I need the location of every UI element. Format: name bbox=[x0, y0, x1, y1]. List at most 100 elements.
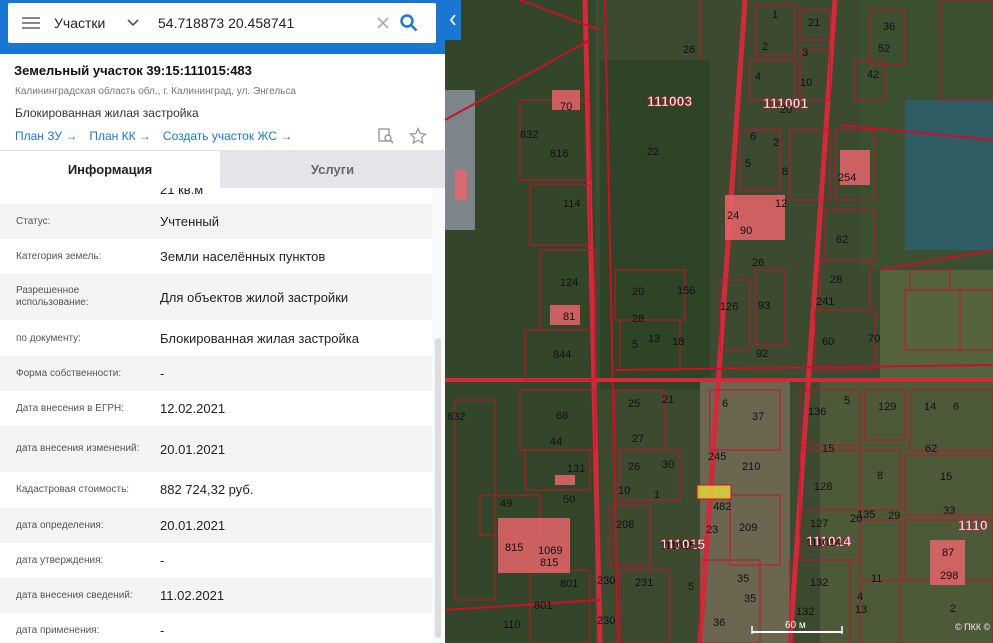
plot-number-label: 25 bbox=[628, 398, 640, 410]
plot-number-label: 5 bbox=[632, 339, 638, 351]
plot-number-label: 42 bbox=[867, 69, 879, 81]
star-icon bbox=[409, 127, 427, 145]
create-plot-link[interactable]: Создать участок ЖС → bbox=[163, 129, 292, 143]
plot-number-label: 2 bbox=[762, 41, 768, 53]
scroll-thumb[interactable] bbox=[435, 338, 441, 638]
info-row-value: - bbox=[160, 623, 165, 638]
info-row: Статус: Учтенный bbox=[0, 204, 432, 239]
plot-number-label: 18 bbox=[672, 336, 684, 348]
info-row-label: по документу: bbox=[16, 332, 81, 344]
map-copyright: © ПКК © bbox=[955, 622, 991, 632]
plot-number-label: 29 bbox=[888, 510, 900, 522]
plot-number-label: 127 bbox=[810, 518, 828, 530]
info-row-value: - bbox=[160, 553, 165, 568]
plot-number-label: 5 bbox=[745, 158, 751, 170]
plot-number-label: 8 bbox=[877, 470, 883, 482]
plot-number-label: 209 bbox=[739, 522, 757, 534]
plot-number-label: 20 bbox=[780, 104, 792, 116]
plot-number-label: 60 bbox=[822, 336, 834, 348]
info-row-label: дата утверждения: bbox=[16, 554, 104, 566]
find-on-map-button[interactable] bbox=[377, 127, 395, 145]
chevron-left-icon bbox=[449, 14, 456, 26]
plot-number-label: 14 bbox=[924, 401, 936, 413]
side-panel: Участки Земельный уча bbox=[0, 0, 461, 643]
info-row: дата определения: 20.01.2021 bbox=[0, 508, 432, 543]
plot-number-label: 28 bbox=[830, 274, 842, 286]
info-row-value: Блокированная жилая застройка bbox=[160, 331, 359, 346]
search-button[interactable] bbox=[396, 3, 422, 43]
info-row: Разрешенное использование: Для объектов ж… bbox=[0, 274, 432, 320]
search-box: Участки bbox=[8, 3, 436, 43]
info-row-value: 20.01.2021 bbox=[160, 441, 226, 457]
plot-number-label: 62 bbox=[925, 443, 937, 455]
collapse-panel-button[interactable] bbox=[445, 0, 461, 40]
selected-parcel[interactable] bbox=[696, 484, 732, 500]
plot-number-label: 832 bbox=[520, 129, 538, 141]
menu-button[interactable] bbox=[8, 3, 54, 43]
info-row-label: Дата внесения в ЕГРН: bbox=[16, 402, 125, 414]
plot-number-label: 20 bbox=[850, 513, 862, 525]
clear-button[interactable] bbox=[370, 3, 396, 43]
plot-number-label: 124 bbox=[560, 277, 578, 289]
plot-number-label: 3 bbox=[802, 47, 808, 59]
quarter-label: 111003 bbox=[647, 93, 692, 109]
plot-number-label: 132 bbox=[796, 606, 814, 618]
plot-number-label: 801 bbox=[560, 578, 578, 590]
plot-number-label: 26 bbox=[628, 461, 640, 473]
plot-usage: Блокированная жилая застройка bbox=[15, 106, 199, 120]
info-row: Форма собственности: - bbox=[0, 356, 432, 391]
tab-information[interactable]: Информация bbox=[0, 150, 220, 188]
plot-number-label: 1069 bbox=[538, 545, 562, 557]
search-mode-select[interactable]: Участки bbox=[54, 3, 158, 43]
plot-number-label: 37 bbox=[752, 411, 764, 423]
plot-number-label: 10 bbox=[800, 77, 812, 89]
info-row-label: дата внесения сведений: bbox=[16, 589, 133, 601]
plot-number-label: 21 bbox=[662, 394, 674, 406]
plot-number-label: 20 bbox=[632, 286, 644, 298]
search-input[interactable] bbox=[158, 4, 370, 42]
plan-zu-link[interactable]: План ЗУ → bbox=[15, 129, 77, 143]
info-row-label: Категория земель: bbox=[16, 250, 102, 262]
plot-number-label: 10 bbox=[618, 485, 630, 497]
info-row: Кадастровая стоимость: 882 724,32 руб. bbox=[0, 472, 432, 507]
plot-number-label: 68 bbox=[556, 410, 568, 422]
map-scale-label: 60 м bbox=[785, 620, 806, 631]
info-list: 21 кв.м Статус: Учтенный Категория земель:… bbox=[0, 188, 432, 643]
info-row-label: Кадастровая стоимость: bbox=[16, 483, 130, 495]
plot-number-label: 815 bbox=[505, 542, 523, 554]
plot-number-label: 28 bbox=[632, 313, 644, 325]
plot-number-label: 92 bbox=[756, 348, 768, 360]
plot-number-label: 815 bbox=[540, 557, 558, 569]
plot-number-label: 126 bbox=[720, 301, 738, 313]
plot-number-label: 111015 bbox=[660, 540, 695, 552]
plan-kk-link[interactable]: План КК → bbox=[89, 129, 151, 143]
favorite-button[interactable] bbox=[409, 127, 427, 145]
info-row-label: дата применения: bbox=[16, 624, 100, 636]
plot-number-label: 27 bbox=[632, 433, 644, 445]
plot-number-label: 26 bbox=[683, 44, 695, 56]
plot-number-label: 231 bbox=[635, 577, 653, 589]
info-row-partial: 21 кв.м bbox=[0, 188, 432, 204]
plot-number-label: 136 bbox=[808, 406, 826, 418]
plot-number-label: 21 bbox=[808, 17, 820, 29]
plot-number-label: 36 bbox=[883, 21, 895, 33]
info-row-value: Для объектов жилой застройки bbox=[160, 289, 349, 305]
plot-number-label: 62 bbox=[836, 234, 848, 246]
search-bar: Участки bbox=[0, 0, 445, 54]
plot-number-label: 131 bbox=[567, 463, 585, 475]
plot-number-label: 110 bbox=[503, 619, 521, 631]
plot-number-label: 482 bbox=[713, 501, 731, 513]
plot-number-label: 801 bbox=[534, 600, 552, 612]
tab-services[interactable]: Услуги bbox=[220, 150, 445, 188]
plot-number-label: 93 bbox=[758, 300, 770, 312]
chevron-down-icon bbox=[127, 19, 139, 27]
plot-number-label: 30 bbox=[662, 459, 674, 471]
info-row-value: 11.02.2021 bbox=[160, 588, 225, 603]
info-scrollbar[interactable] bbox=[432, 188, 445, 643]
info-row: по документу: Блокированная жилая застрой… bbox=[0, 321, 432, 356]
info-row-value: Учтенный bbox=[160, 214, 220, 229]
info-row: дата внесения изменений: 20.01.2021 bbox=[0, 426, 432, 472]
plot-actions bbox=[377, 127, 427, 145]
plot-number-label: 245 bbox=[708, 451, 726, 463]
plot-number-label: 11 bbox=[871, 573, 882, 585]
